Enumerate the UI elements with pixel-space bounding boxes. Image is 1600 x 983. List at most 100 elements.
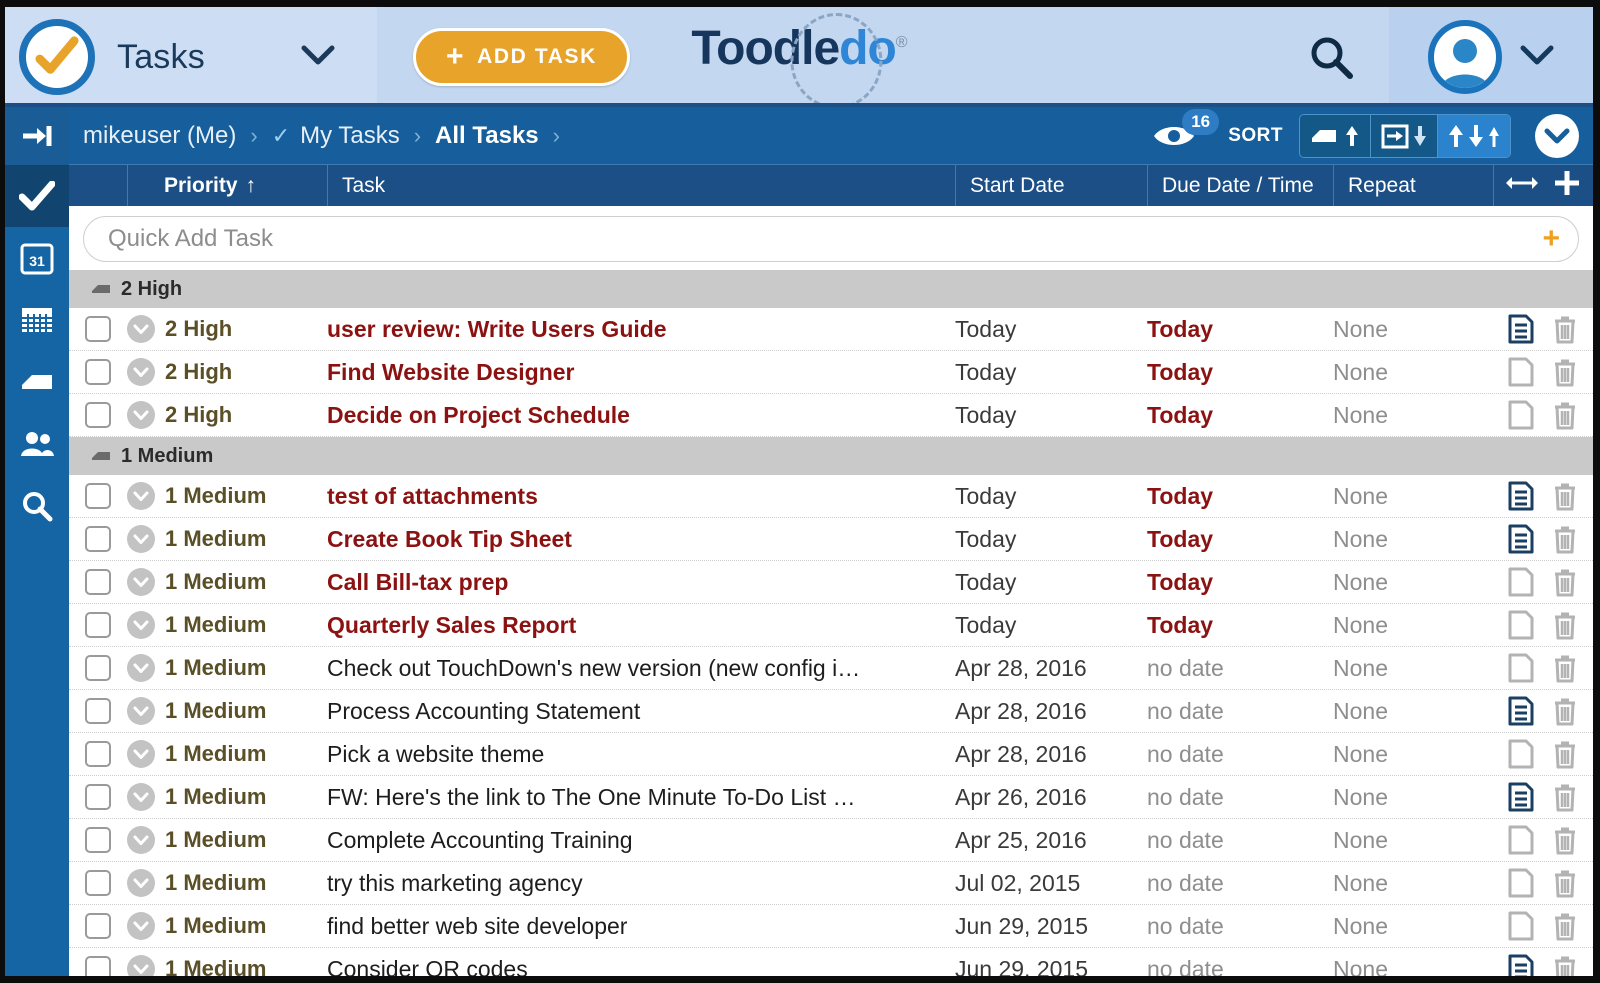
task-complete-checkbox[interactable] [85,316,111,343]
task-note-button[interactable] [1507,400,1535,430]
add-task-button[interactable]: + ADD TASK [413,28,630,86]
start-date-cell[interactable]: Apr 28, 2016 [955,698,1147,725]
task-note-button[interactable] [1507,868,1535,898]
task-title[interactable]: try this marketing agency [327,870,955,897]
task-title[interactable]: Find Website Designer [327,359,955,386]
sidebar-item-search[interactable] [5,475,69,537]
row-expand-chevron-down-icon[interactable] [127,826,155,855]
column-header-start-date[interactable]: Start Date [955,164,1147,207]
repeat-cell[interactable]: None [1333,526,1493,553]
table-row[interactable]: 1 Medium Process Accounting Statement Ap… [69,690,1593,734]
task-delete-button[interactable] [1551,954,1579,976]
column-header-due-date[interactable]: Due Date / Time [1147,164,1333,207]
table-row[interactable]: 1 Medium Call Bill-tax prep Today Today … [69,561,1593,605]
row-expand-chevron-down-icon[interactable] [127,740,155,769]
quick-add-field[interactable]: + [83,216,1579,263]
task-title[interactable]: FW: Here's the link to The One Minute To… [327,784,955,811]
table-row[interactable]: 2 High user review: Write Users Guide To… [69,308,1593,352]
quick-add-plus-icon[interactable]: + [1542,224,1560,254]
due-date-cell[interactable]: no date [1147,741,1333,768]
account-chevron-down-icon[interactable] [1520,44,1554,71]
sort-direction-button[interactable] [1438,114,1510,157]
row-expand-chevron-down-icon[interactable] [127,783,155,812]
task-title[interactable]: Check out TouchDown's new version (new c… [327,655,955,682]
row-expand-chevron-down-icon[interactable] [127,525,155,554]
start-date-cell[interactable]: Apr 26, 2016 [955,784,1147,811]
task-complete-checkbox[interactable] [85,483,111,510]
start-date-cell[interactable]: Today [955,402,1147,429]
task-complete-checkbox[interactable] [85,569,111,596]
start-date-cell[interactable]: Jul 02, 2015 [955,870,1147,897]
task-title[interactable]: Process Accounting Statement [327,698,955,725]
table-row[interactable]: 1 Medium FW: Here's the link to The One … [69,776,1593,820]
table-row[interactable]: 1 Medium Consider QR codes Jun 29, 2015 … [69,948,1593,976]
start-date-cell[interactable]: Today [955,526,1147,553]
repeat-cell[interactable]: None [1333,483,1493,510]
repeat-cell[interactable]: None [1333,612,1493,639]
task-complete-checkbox[interactable] [85,612,111,639]
task-delete-button[interactable] [1551,357,1579,387]
task-delete-button[interactable] [1551,825,1579,855]
due-date-cell[interactable]: no date [1147,827,1333,854]
task-delete-button[interactable] [1551,481,1579,511]
task-delete-button[interactable] [1551,782,1579,812]
task-delete-button[interactable] [1551,314,1579,344]
horizontal-arrows-icon[interactable] [1505,174,1538,198]
sidebar-item-notes[interactable] [5,351,69,413]
row-expand-chevron-down-icon[interactable] [127,358,155,387]
start-date-cell[interactable]: Today [955,359,1147,386]
search-icon[interactable] [1307,33,1355,86]
task-title[interactable]: Create Book Tip Sheet [327,526,955,553]
task-complete-checkbox[interactable] [85,827,111,854]
row-expand-chevron-down-icon[interactable] [127,611,155,640]
start-date-cell[interactable]: Today [955,316,1147,343]
repeat-cell[interactable]: None [1333,827,1493,854]
task-title[interactable]: Quarterly Sales Report [327,612,955,639]
visible-count[interactable]: 16 [1152,108,1220,151]
repeat-cell[interactable]: None [1333,359,1493,386]
task-complete-checkbox[interactable] [85,784,111,811]
due-date-cell[interactable]: Today [1147,316,1333,343]
column-header-task[interactable]: Task [327,164,955,207]
app-chevron-down-icon[interactable] [301,44,335,71]
row-expand-chevron-down-icon[interactable] [127,568,155,597]
task-note-button[interactable] [1507,481,1535,511]
start-date-cell[interactable]: Apr 28, 2016 [955,655,1147,682]
task-note-button[interactable] [1507,696,1535,726]
task-delete-button[interactable] [1551,739,1579,769]
task-delete-button[interactable] [1551,653,1579,683]
repeat-cell[interactable]: None [1333,316,1493,343]
repeat-cell[interactable]: None [1333,655,1493,682]
task-note-button[interactable] [1507,610,1535,640]
task-title[interactable]: Decide on Project Schedule [327,402,955,429]
task-note-button[interactable] [1507,739,1535,769]
row-expand-chevron-down-icon[interactable] [127,869,155,898]
start-date-cell[interactable]: Today [955,569,1147,596]
task-note-button[interactable] [1507,653,1535,683]
avatar[interactable] [1428,20,1502,94]
due-date-cell[interactable]: no date [1147,956,1333,976]
task-note-button[interactable] [1507,314,1535,344]
table-row[interactable]: 1 Medium Complete Accounting Training Ap… [69,819,1593,863]
due-date-cell[interactable]: Today [1147,612,1333,639]
task-note-button[interactable] [1507,911,1535,941]
repeat-cell[interactable]: None [1333,870,1493,897]
task-delete-button[interactable] [1551,524,1579,554]
task-delete-button[interactable] [1551,911,1579,941]
task-note-button[interactable] [1507,524,1535,554]
start-date-cell[interactable]: Today [955,483,1147,510]
task-title[interactable]: Call Bill-tax prep [327,569,955,596]
repeat-cell[interactable]: None [1333,698,1493,725]
due-date-cell[interactable]: Today [1147,569,1333,596]
start-date-cell[interactable]: Jun 29, 2015 [955,913,1147,940]
task-note-button[interactable] [1507,567,1535,597]
start-date-cell[interactable]: Today [955,612,1147,639]
row-expand-chevron-down-icon[interactable] [127,482,155,511]
task-note-button[interactable] [1507,954,1535,976]
task-complete-checkbox[interactable] [85,956,111,976]
column-header-priority[interactable]: Priority ↑ [127,164,327,207]
row-expand-chevron-down-icon[interactable] [127,955,155,976]
table-row[interactable]: 1 Medium test of attachments Today Today… [69,475,1593,519]
repeat-cell[interactable]: None [1333,569,1493,596]
table-row[interactable]: 1 Medium Create Book Tip Sheet Today Tod… [69,518,1593,562]
